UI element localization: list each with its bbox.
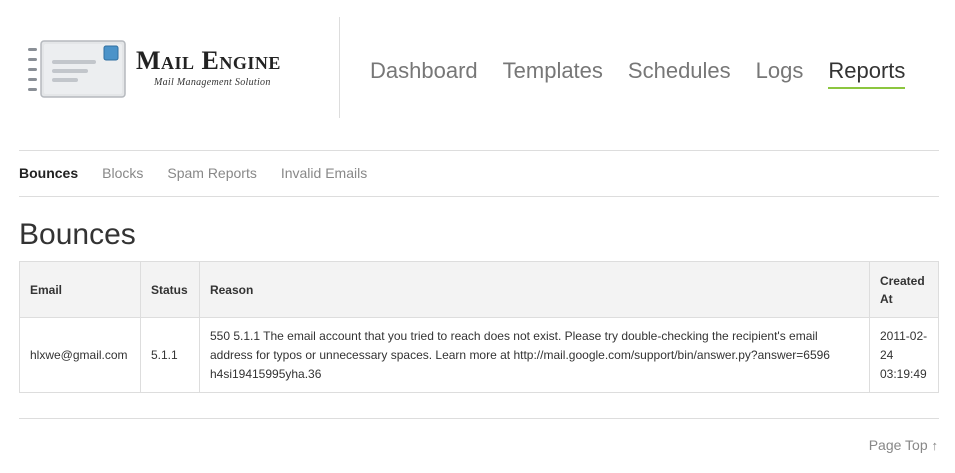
subnav-top-divider — [19, 150, 939, 151]
table-header-row: Email Status Reason Created At — [19, 261, 940, 318]
footer-divider — [19, 418, 939, 419]
brand-subtitle: Mail Management Solution — [154, 77, 271, 88]
page-top-label: Page Top — [868, 437, 928, 453]
page-top-link[interactable]: Page Top ↑ — [869, 437, 938, 453]
cell-email: hlxwe@gmail.com — [19, 317, 141, 393]
bounces-table-container: Email Status Reason Created At hlxwe@gma… — [19, 261, 940, 393]
arrow-up-icon: ↑ — [931, 438, 939, 453]
tab-bounces[interactable]: Bounces — [19, 165, 78, 181]
cell-reason: 550 5.1.1 The email account that you tri… — [198, 317, 870, 393]
header: Mail Engine Mail Management Solution Das… — [0, 0, 955, 130]
cell-created-at: 2011-02-24 03:19:49 — [868, 317, 940, 393]
nav-schedules[interactable]: Schedules — [628, 58, 731, 89]
column-header-email: Email — [19, 261, 141, 318]
tab-spam-reports[interactable]: Spam Reports — [167, 165, 256, 181]
envelope-logo-icon — [28, 40, 126, 98]
nav-templates[interactable]: Templates — [503, 58, 603, 89]
table-row: hlxwe@gmail.com 5.1.1 550 5.1.1 The emai… — [19, 317, 940, 393]
column-header-reason: Reason — [198, 261, 870, 318]
tab-invalid-emails[interactable]: Invalid Emails — [281, 165, 367, 181]
main-nav: Dashboard Templates Schedules Logs Repor… — [370, 58, 930, 89]
nav-dashboard[interactable]: Dashboard — [370, 58, 478, 89]
nav-logs[interactable]: Logs — [756, 58, 804, 89]
brand-title: Mail Engine — [136, 46, 281, 75]
page-title: Bounces — [19, 218, 136, 251]
subnav-bottom-divider — [19, 196, 939, 197]
nav-reports[interactable]: Reports — [828, 58, 906, 89]
column-header-status: Status — [139, 261, 200, 318]
tab-blocks[interactable]: Blocks — [102, 165, 143, 181]
column-header-created-at: Created At — [868, 261, 940, 318]
bounces-table: Email Status Reason Created At hlxwe@gma… — [19, 261, 940, 393]
header-divider — [339, 17, 340, 118]
cell-status: 5.1.1 — [139, 317, 200, 393]
sub-nav: Bounces Blocks Spam Reports Invalid Emai… — [19, 165, 391, 181]
logo[interactable]: Mail Engine Mail Management Solution — [26, 38, 326, 102]
